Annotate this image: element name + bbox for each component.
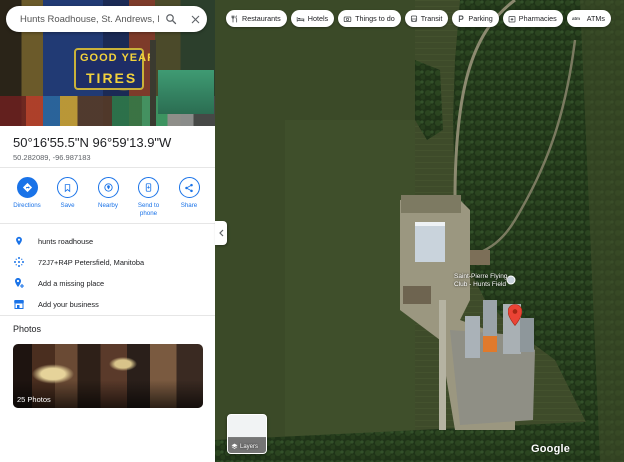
hero-green-shelf	[158, 70, 214, 114]
save-button[interactable]: Save	[49, 177, 87, 217]
chip-restaurants[interactable]: Restaurants	[226, 10, 287, 27]
map-place-label[interactable]: Saint-Pierre Flying Club - Hunts Field	[454, 273, 514, 289]
directions-icon	[16, 177, 38, 198]
directions-button[interactable]: Directions	[8, 177, 46, 217]
chip-hotels[interactable]: Hotels	[290, 10, 335, 27]
phone-icon	[138, 177, 159, 198]
chip-label: ATMs	[586, 14, 605, 23]
svg-text:atm: atm	[572, 16, 580, 21]
layers-button[interactable]: Layers	[227, 414, 267, 454]
divider	[0, 223, 215, 224]
info-row-label: Add your business	[38, 299, 99, 309]
collapse-panel-button[interactable]	[215, 221, 227, 245]
bus-icon	[410, 15, 418, 23]
action-bar: Directions Save Nearby Send to phone Sha…	[8, 177, 208, 217]
chip-label: Restaurants	[242, 14, 281, 23]
hero-sign-line1: GOOD YEAR	[80, 52, 157, 64]
satellite-map[interactable]	[215, 0, 624, 462]
search-button[interactable]	[159, 7, 183, 31]
info-row-label: Add a missing place	[38, 278, 105, 288]
chip-transit[interactable]: Transit	[404, 10, 449, 27]
category-chips: Restaurants Hotels Things to do Transit …	[226, 10, 611, 27]
divider	[0, 315, 215, 316]
chip-label: Parking	[468, 14, 493, 23]
info-row-label: 72J7+R4P Petersfield, Manitoba	[38, 257, 145, 267]
share-label: Share	[180, 202, 198, 209]
chip-label: Hotels	[307, 14, 329, 23]
photos-heading: Photos	[13, 324, 42, 334]
search-input[interactable]: Hunts Roadhouse, St. Andrews, MB	[20, 14, 159, 25]
chip-parking[interactable]: Parking	[452, 10, 499, 27]
place-title-coordinates: 50°16'55.5"N 96°59'13.9"W	[13, 135, 172, 150]
camera-icon	[343, 15, 352, 23]
photos-thumbnail[interactable]: 25 Photos	[13, 344, 203, 408]
plus-code-icon	[12, 255, 26, 269]
layers-label: Layers	[240, 443, 259, 450]
chip-things-to-do[interactable]: Things to do	[338, 10, 401, 27]
chip-label: Pharmacies	[518, 14, 557, 23]
pharmacy-icon	[508, 15, 516, 23]
info-row-add-missing-place[interactable]: Add a missing place	[12, 276, 104, 290]
close-icon	[191, 15, 199, 23]
nearby-label: Nearby	[98, 202, 118, 209]
info-row-name[interactable]: hunts roadhouse	[12, 234, 93, 248]
hero-pole	[150, 40, 156, 126]
parking-icon	[457, 15, 465, 23]
save-label: Save	[60, 202, 75, 209]
directions-label: Directions	[13, 202, 41, 209]
clear-search-button[interactable]	[183, 7, 207, 31]
hero-sign-line2: TIRES	[86, 70, 138, 86]
search-icon	[166, 14, 177, 25]
share-button[interactable]: Share	[170, 177, 208, 217]
divider	[0, 167, 215, 168]
layers-icon	[231, 443, 238, 449]
atm-icon: atm	[572, 15, 584, 22]
location-marker-icon[interactable]	[508, 304, 522, 326]
share-icon	[178, 177, 200, 198]
fork-knife-icon	[231, 14, 239, 23]
place-panel: GOOD YEAR TIRES Hunts Roadhouse, St. And…	[0, 0, 215, 462]
google-logo: Google	[531, 443, 571, 455]
place-decimal-coordinates: 50.282089, -96.987183	[13, 153, 91, 162]
chip-pharmacies[interactable]: Pharmacies	[502, 10, 563, 27]
satellite-imagery	[215, 0, 624, 462]
search-box[interactable]: Hunts Roadhouse, St. Andrews, MB	[6, 6, 207, 32]
business-icon	[12, 297, 26, 311]
bookmark-icon	[57, 177, 78, 198]
add-place-icon	[12, 276, 26, 290]
bed-icon	[296, 15, 305, 23]
send-to-phone-button[interactable]: Send to phone	[130, 177, 168, 217]
info-row-add-business[interactable]: Add your business	[12, 297, 99, 311]
chevron-left-icon	[218, 229, 223, 237]
location-pin-icon	[12, 234, 26, 248]
chip-label: Transit	[420, 14, 443, 23]
chip-atms[interactable]: atm ATMs	[566, 10, 611, 27]
layers-label-wrap: Layers	[231, 443, 258, 450]
nearby-icon	[97, 177, 119, 198]
nearby-button[interactable]: Nearby	[89, 177, 127, 217]
info-row-label: hunts roadhouse	[38, 236, 94, 246]
photos-count: 25 Photos	[17, 395, 51, 404]
chip-label: Things to do	[355, 14, 395, 23]
info-row-plus-code[interactable]: 72J7+R4P Petersfield, Manitoba	[12, 255, 144, 269]
send-to-phone-label: Send to phone	[137, 202, 160, 217]
